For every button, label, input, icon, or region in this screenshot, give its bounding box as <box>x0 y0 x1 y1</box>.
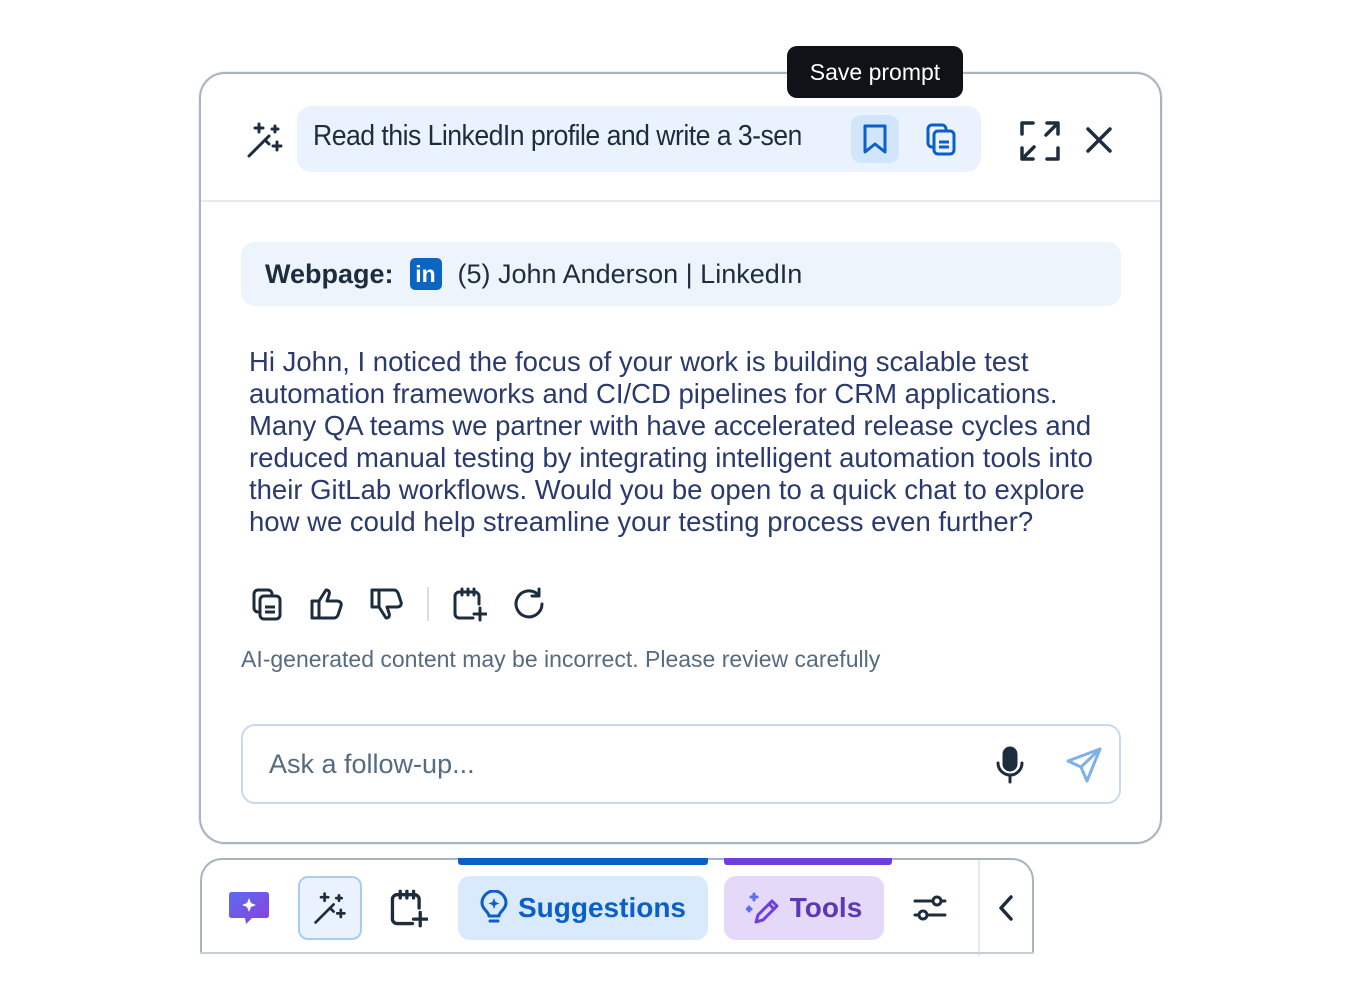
send-icon[interactable] <box>1065 746 1103 784</box>
follow-up-field[interactable] <box>241 724 1121 804</box>
suggestions-label: Suggestions <box>517 892 686 923</box>
settings-sliders-icon[interactable] <box>912 890 948 926</box>
copy-icon <box>926 123 956 156</box>
webpage-label: Webpage: <box>265 258 394 289</box>
ai-response-text: Hi John, I noticed the focus of your wor… <box>249 346 1093 537</box>
lightbulb-icon <box>480 890 508 923</box>
thumbs-down-icon <box>370 588 403 620</box>
ai-disclaimer: AI-generated content may be incorrect. P… <box>241 646 881 672</box>
copy-response-button[interactable] <box>247 584 287 624</box>
panel-header: Read this LinkedIn profile and write a 3… <box>201 74 1160 202</box>
copy-prompt-button[interactable] <box>917 115 965 163</box>
save-prompt-tooltip: Save prompt <box>787 46 963 98</box>
magic-wand-icon <box>247 122 283 158</box>
ai-assistant-panel: Read this LinkedIn profile and write a 3… <box>199 72 1162 844</box>
close-icon[interactable] <box>1081 122 1117 158</box>
toolbar-divider <box>978 860 980 956</box>
add-note-icon <box>453 587 487 622</box>
follow-up-input[interactable] <box>269 744 969 784</box>
add-to-note-button[interactable] <box>449 584 489 624</box>
thumbs-up-icon <box>310 588 343 620</box>
microphone-icon[interactable] <box>993 746 1027 784</box>
linkedin-icon: in <box>409 258 442 290</box>
save-prompt-button[interactable] <box>851 115 899 163</box>
regenerate-button[interactable] <box>509 584 549 624</box>
suggestions-indicator <box>458 858 708 865</box>
prompt-wand-button[interactable] <box>298 876 362 940</box>
refresh-icon <box>514 587 544 619</box>
sparkle-pen-icon <box>745 892 779 924</box>
webpage-title: (5) John Anderson | LinkedIn <box>457 258 803 289</box>
thumbs-up-button[interactable] <box>307 584 347 624</box>
bookmark-icon <box>863 124 887 154</box>
prompt-pill[interactable]: Read this LinkedIn profile and write a 3… <box>297 106 981 172</box>
response-actions <box>247 584 569 624</box>
chevron-left-icon[interactable] <box>994 892 1018 924</box>
webpage-context: Webpage: in (5) John Anderson | LinkedIn <box>241 242 1121 306</box>
add-note-icon[interactable] <box>388 888 428 928</box>
tools-button[interactable]: Tools <box>724 876 884 940</box>
copy-icon <box>252 588 282 621</box>
thumbs-down-button[interactable] <box>367 584 407 624</box>
prompt-text: Read this LinkedIn profile and write a 3… <box>313 120 801 152</box>
tools-indicator <box>724 858 892 865</box>
tools-label: Tools <box>789 892 863 923</box>
magic-wand-icon <box>314 892 346 924</box>
actions-divider <box>427 587 429 621</box>
bottom-toolbar: Suggestions Tools <box>200 858 1034 956</box>
ai-chat-icon[interactable] <box>228 890 270 926</box>
expand-icon[interactable] <box>1019 120 1061 162</box>
suggestions-button[interactable]: Suggestions <box>458 876 708 940</box>
